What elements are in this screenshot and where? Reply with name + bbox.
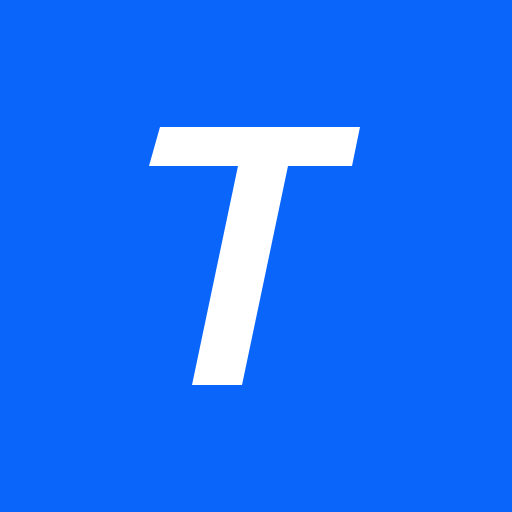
app-logo-tile: [0, 0, 512, 512]
letter-t-logo-icon: [0, 0, 512, 512]
